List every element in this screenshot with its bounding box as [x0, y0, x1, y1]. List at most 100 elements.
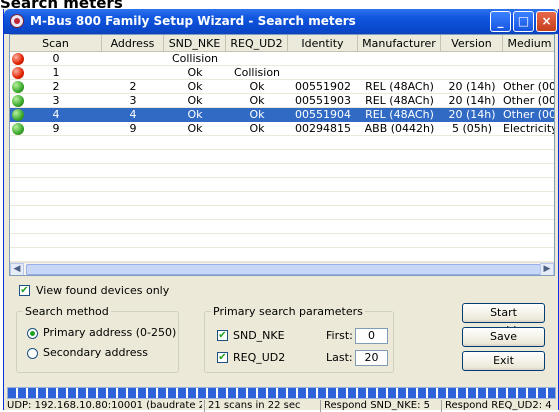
- cell-identity: 00551904: [295, 108, 351, 121]
- app-icon: [10, 14, 24, 28]
- table-row[interactable]: 0 Collision: [10, 52, 554, 66]
- cell-address: 9: [129, 122, 137, 135]
- column-header-medium[interactable]: Medium: [503, 35, 554, 52]
- cell-version: [441, 66, 503, 80]
- column-header-version[interactable]: Version: [441, 35, 503, 52]
- cell-manufacturer: ABB (0442h): [364, 122, 435, 135]
- window-title: M-Bus 800 Family Setup Wizard - Search m…: [30, 14, 356, 28]
- wizard-window: M-Bus 800 Family Setup Wizard - Search m…: [3, 9, 559, 412]
- list-header: Scan Address SND_NKE REQ_UD2 Identity Ma…: [10, 35, 554, 52]
- cell-address: [102, 52, 164, 66]
- primary-params-title: Primary search parameters: [211, 305, 365, 318]
- cell-identity: 00551902: [295, 80, 351, 93]
- scroll-left-icon[interactable]: ◀: [10, 263, 24, 275]
- cell-snd-nke: Ok: [187, 80, 203, 93]
- column-header-scan[interactable]: Scan: [10, 35, 102, 52]
- cell-medium: Other (00h): [503, 80, 554, 93]
- cell-version: 20 (14h): [448, 80, 496, 93]
- cell-manufacturer: [358, 66, 441, 80]
- status-req-ud2: Respond REQ_UD2: 4: [441, 400, 559, 412]
- table-row[interactable]: 4 4 Ok Ok 00551904 REL (48ACh) 20 (14h) Other (…: [10, 108, 554, 122]
- start-searching-button[interactable]: Start searching: [462, 303, 545, 337]
- cell-medium: [503, 66, 554, 80]
- column-header-req-ud2[interactable]: REQ_UD2: [226, 35, 288, 52]
- search-progress-bar: [7, 387, 556, 399]
- cell-identity: [288, 52, 358, 66]
- req-ud2-label[interactable]: REQ_UD2: [233, 351, 285, 364]
- view-found-only-label[interactable]: View found devices only: [36, 284, 169, 297]
- cell-address: 3: [129, 94, 137, 107]
- cell-version: 20 (14h): [448, 94, 496, 107]
- cell-manufacturer: REL (48ACh): [365, 80, 434, 93]
- column-header-identity[interactable]: Identity: [288, 35, 358, 52]
- snd-nke-label[interactable]: SND_NKE: [233, 329, 285, 342]
- cell-req-ud2: Collision: [233, 66, 281, 79]
- cell-identity: 00551903: [295, 94, 351, 107]
- table-row[interactable]: 1 Ok Collision: [10, 66, 554, 80]
- cell-identity: 00294815: [295, 122, 351, 135]
- title-bar[interactable]: M-Bus 800 Family Setup Wizard - Search m…: [4, 9, 558, 34]
- primary-address-label[interactable]: Primary address (0-250): [43, 326, 176, 339]
- status-scans: 21 scans in 22 sec: [204, 400, 318, 412]
- exit-button[interactable]: Exit: [462, 351, 545, 371]
- status-bar: UDP: 192.168.10.80:10001 (baudrate 2400)…: [4, 400, 559, 412]
- primary-params-group: Primary search parameters ✔ SND_NKE ✔ RE…: [204, 305, 394, 373]
- cell-scan: 1: [52, 66, 60, 79]
- cell-req-ud2: Ok: [249, 80, 265, 93]
- cell-req-ud2: Ok: [249, 94, 265, 107]
- cell-snd-nke: Ok: [187, 94, 203, 107]
- cell-scan: 4: [52, 108, 60, 121]
- scroll-thumb[interactable]: [26, 264, 541, 275]
- primary-address-radio[interactable]: [27, 328, 38, 339]
- table-row[interactable]: 3 3 Ok Ok 00551903 REL (48ACh) 20 (14h) Other (…: [10, 94, 554, 108]
- scroll-right-icon[interactable]: ▶: [540, 263, 554, 275]
- cell-address: 2: [129, 80, 137, 93]
- close-icon[interactable]: ×: [536, 11, 557, 32]
- last-address-input[interactable]: 20: [355, 350, 388, 366]
- maximize-icon[interactable]: □: [513, 11, 534, 32]
- meters-list[interactable]: Scan Address SND_NKE REQ_UD2 Identity Ma…: [9, 34, 555, 276]
- cell-snd-nke: Ok: [187, 122, 203, 135]
- cell-version: 20 (14h): [448, 108, 496, 121]
- column-header-snd-nke[interactable]: SND_NKE: [164, 35, 226, 52]
- cell-address: [102, 66, 164, 80]
- cell-scan: 2: [52, 80, 60, 93]
- horizontal-scrollbar[interactable]: ◀ ▶: [10, 262, 554, 275]
- cell-medium: Other (00h): [503, 108, 554, 121]
- last-label: Last:: [326, 351, 353, 364]
- cell-req-ud2: [226, 52, 288, 66]
- cell-snd-nke: Collision: [171, 52, 219, 65]
- cell-req-ud2: Ok: [249, 122, 265, 135]
- cell-scan: 9: [52, 122, 60, 135]
- column-header-address[interactable]: Address: [102, 35, 164, 52]
- cell-req-ud2: Ok: [249, 108, 265, 121]
- cell-address: 4: [129, 108, 137, 121]
- search-method-group: Search method Primary address (0-250) Se…: [16, 305, 179, 373]
- first-label: First:: [326, 329, 353, 342]
- cell-scan: 0: [52, 52, 60, 65]
- cell-snd-nke: Ok: [187, 108, 203, 121]
- cell-medium: [503, 52, 554, 66]
- progress-fill: [8, 388, 555, 398]
- minimize-icon[interactable]: _: [490, 11, 511, 32]
- secondary-address-radio[interactable]: [27, 348, 38, 359]
- column-header-manufacturer[interactable]: Manufacturer: [358, 35, 441, 52]
- table-row[interactable]: 2 2 Ok Ok 00551902 REL (48ACh) 20 (14h) Other (…: [10, 80, 554, 94]
- cell-manufacturer: [358, 52, 441, 66]
- snd-nke-checkbox[interactable]: ✔: [217, 330, 228, 341]
- first-address-input[interactable]: 0: [355, 328, 388, 344]
- search-method-title: Search method: [23, 305, 111, 318]
- req-ud2-checkbox[interactable]: ✔: [217, 352, 228, 363]
- cell-snd-nke: Ok: [187, 66, 203, 79]
- cell-version: 5 (05h): [451, 122, 493, 135]
- cell-medium: Other (00h): [503, 94, 554, 107]
- status-snd-nke: Respond SND_NKE: 5: [320, 400, 439, 412]
- secondary-address-label[interactable]: Secondary address: [43, 346, 148, 359]
- table-row[interactable]: 9 9 Ok Ok 00294815 ABB (0442h) 5 (05h) Electric…: [10, 122, 554, 136]
- cell-version: [441, 52, 503, 66]
- save-button[interactable]: Save: [462, 327, 545, 347]
- cell-manufacturer: REL (48ACh): [365, 94, 434, 107]
- cell-medium: Electricity...: [503, 122, 554, 135]
- cell-manufacturer: REL (48ACh): [365, 108, 434, 121]
- view-found-only-checkbox[interactable]: ✔: [19, 285, 30, 296]
